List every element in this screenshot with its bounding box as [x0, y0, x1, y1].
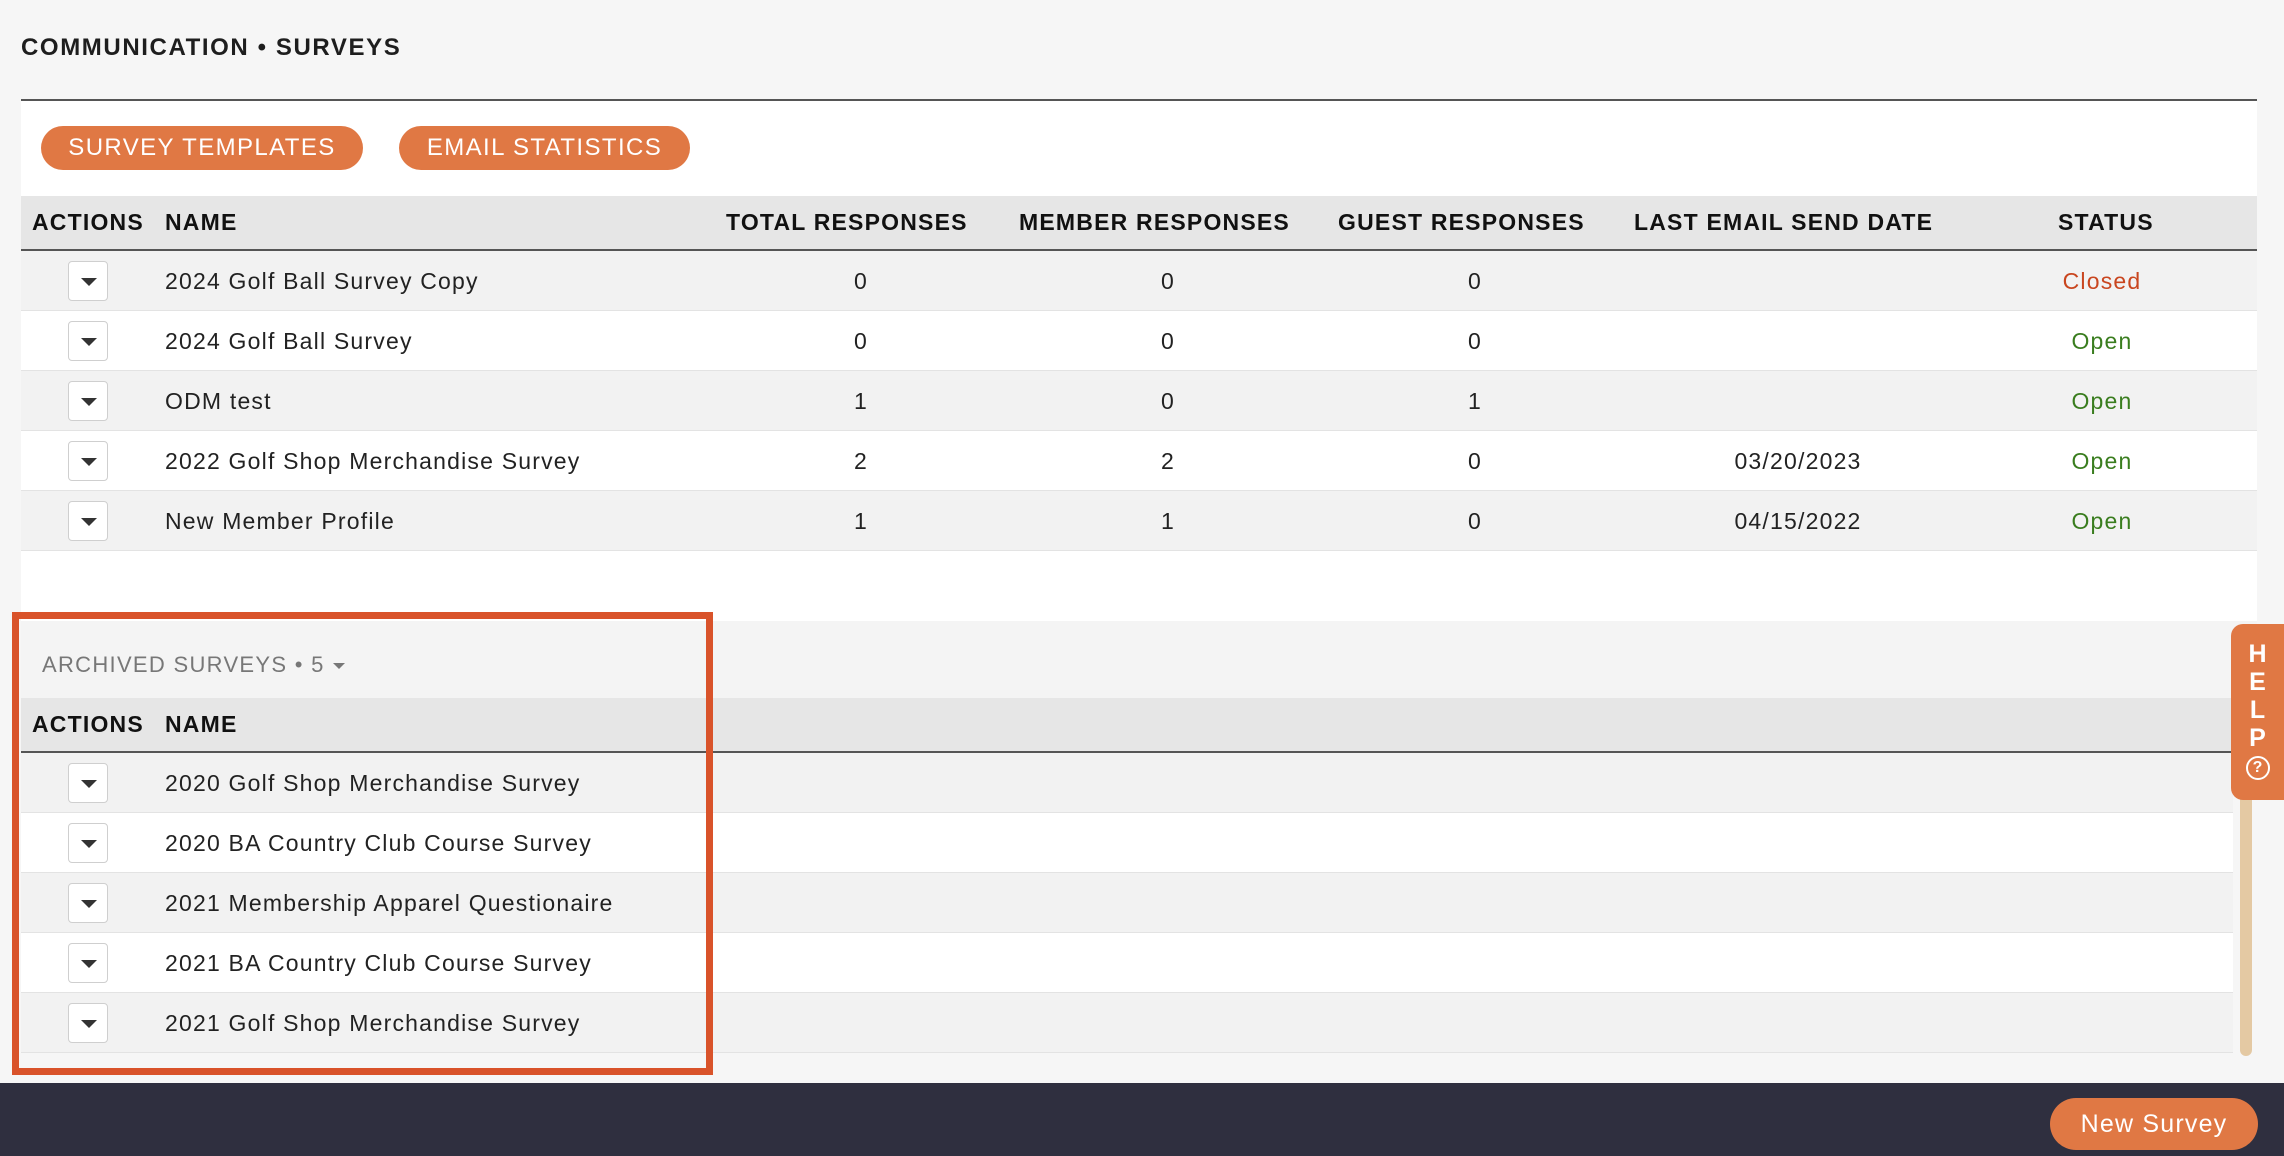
last-email-send-date: [1648, 311, 1948, 371]
survey-name[interactable]: 2021 Golf Shop Merchandise Survey: [165, 993, 580, 1053]
col-member-responses[interactable]: MEMBER RESPONSES: [1019, 196, 1290, 249]
status-badge: Open: [2071, 448, 2133, 474]
table-row: 2020 Golf Shop Merchandise Survey: [21, 753, 2233, 813]
table-row: 2021 Golf Shop Merchandise Survey: [21, 993, 2233, 1053]
guest-responses: 0: [1468, 448, 1482, 474]
member-responses: 2: [1161, 448, 1175, 474]
question-circle-icon: ?: [2245, 756, 2270, 780]
table-row: 2022 Golf Shop Merchandise Survey 2 2 0 03/2…: [21, 431, 2257, 491]
archived-surveys-toggle[interactable]: ARCHIVED SURVEYS • 5: [42, 652, 345, 678]
col-status[interactable]: STATUS: [2058, 196, 2154, 249]
row-actions-dropdown[interactable]: [68, 823, 108, 863]
row-actions-dropdown[interactable]: [68, 763, 108, 803]
archived-surveys-label: ARCHIVED SURVEYS • 5: [42, 652, 325, 677]
member-responses: 0: [1161, 388, 1175, 414]
row-actions-dropdown[interactable]: [68, 883, 108, 923]
status-badge: Open: [2071, 388, 2133, 414]
archived-table-header: ACTIONS NAME: [21, 698, 2257, 753]
help-letter: L: [2249, 696, 2266, 724]
status-badge: Open: [2071, 508, 2133, 534]
col-actions[interactable]: ACTIONS: [32, 196, 144, 249]
row-actions-dropdown[interactable]: [68, 441, 108, 481]
survey-name[interactable]: 2021 Membership Apparel Questionaire: [165, 873, 614, 933]
new-survey-button[interactable]: New Survey: [2050, 1098, 2258, 1150]
table-row: 2024 Golf Ball Survey 0 0 0 Open: [21, 311, 2257, 371]
row-actions-dropdown[interactable]: [68, 501, 108, 541]
help-letter: P: [2249, 724, 2266, 752]
scrollbar[interactable]: [2240, 790, 2252, 1056]
total-responses: 1: [854, 388, 868, 414]
table-row: 2024 Golf Ball Survey Copy 0 0 0 Closed: [21, 251, 2257, 311]
survey-name[interactable]: ODM test: [165, 371, 272, 431]
last-email-send-date: [1648, 251, 1948, 311]
archived-section: [21, 621, 2257, 698]
survey-name[interactable]: New Member Profile: [165, 491, 395, 551]
survey-name[interactable]: 2020 Golf Shop Merchandise Survey: [165, 753, 580, 813]
archived-col-actions[interactable]: ACTIONS: [32, 698, 144, 751]
last-email-send-date: 03/20/2023: [1734, 448, 1862, 474]
total-responses: 1: [854, 508, 868, 534]
guest-responses: 0: [1468, 508, 1482, 534]
guest-responses: 1: [1468, 388, 1482, 414]
total-responses: 2: [854, 448, 868, 474]
row-actions-dropdown[interactable]: [68, 943, 108, 983]
surveys-table-header: ACTIONS NAME TOTAL RESPONSES MEMBER RESP…: [21, 196, 2257, 251]
col-last-email-send-date[interactable]: LAST EMAIL SEND DATE: [1634, 196, 1933, 249]
survey-name[interactable]: 2020 BA Country Club Course Survey: [165, 813, 592, 873]
row-actions-dropdown[interactable]: [68, 321, 108, 361]
table-row: 2020 BA Country Club Course Survey: [21, 813, 2233, 873]
table-row: 2021 Membership Apparel Questionaire: [21, 873, 2233, 933]
help-tab[interactable]: H E L P ?: [2231, 624, 2284, 800]
survey-name[interactable]: 2024 Golf Ball Survey: [165, 311, 413, 371]
row-actions-dropdown[interactable]: [68, 261, 108, 301]
survey-templates-button[interactable]: SURVEY TEMPLATES: [41, 126, 363, 170]
total-responses: 0: [854, 328, 868, 354]
table-row: 2021 BA Country Club Course Survey: [21, 933, 2233, 993]
survey-name[interactable]: 2024 Golf Ball Survey Copy: [165, 251, 479, 311]
help-letter: E: [2249, 668, 2266, 696]
status-badge: Closed: [2062, 268, 2142, 294]
member-responses: 0: [1161, 328, 1175, 354]
col-name[interactable]: NAME: [165, 196, 238, 249]
guest-responses: 0: [1468, 328, 1482, 354]
row-actions-dropdown[interactable]: [68, 1003, 108, 1043]
total-responses: 0: [854, 268, 868, 294]
page-title: COMMUNICATION • SURVEYS: [21, 34, 402, 61]
col-total-responses[interactable]: TOTAL RESPONSES: [726, 196, 968, 249]
survey-name[interactable]: 2021 BA Country Club Course Survey: [165, 933, 592, 993]
table-row: ODM test 1 0 1 Open: [21, 371, 2257, 431]
footer-bar: [0, 1083, 2284, 1156]
member-responses: 1: [1161, 508, 1175, 534]
member-responses: 0: [1161, 268, 1175, 294]
email-statistics-button[interactable]: EMAIL STATISTICS: [399, 126, 690, 170]
guest-responses: 0: [1468, 268, 1482, 294]
table-row: New Member Profile 1 1 0 04/15/2022 Open: [21, 491, 2257, 551]
last-email-send-date: 04/15/2022: [1734, 508, 1862, 534]
last-email-send-date: [1648, 371, 1948, 431]
status-badge: Open: [2071, 328, 2133, 354]
col-guest-responses[interactable]: GUEST RESPONSES: [1338, 196, 1585, 249]
archived-col-name[interactable]: NAME: [165, 698, 238, 751]
survey-name[interactable]: 2022 Golf Shop Merchandise Survey: [165, 431, 580, 491]
help-letter: H: [2248, 640, 2267, 668]
chevron-down-icon: [332, 663, 345, 670]
row-actions-dropdown[interactable]: [68, 381, 108, 421]
